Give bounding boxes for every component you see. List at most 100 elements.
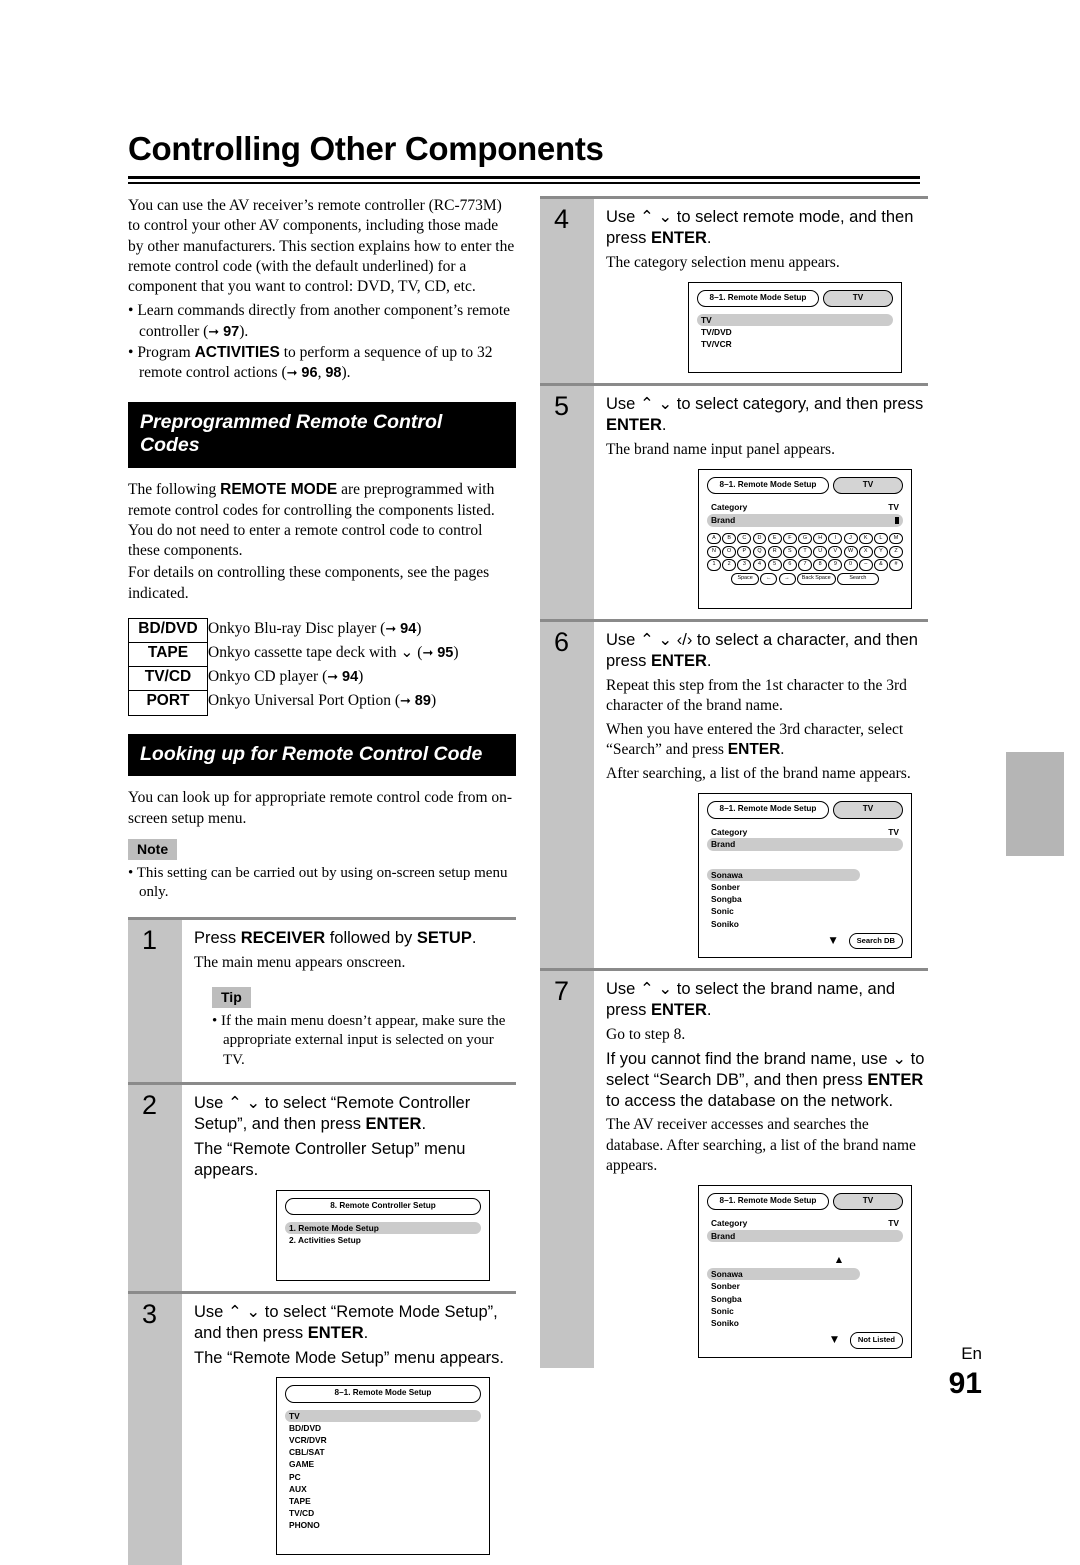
cursor-updown-icon: ⌃ ⌄ [639, 395, 673, 414]
text-part: Press [194, 928, 241, 947]
osd-mode-item-bd-dvd[interactable]: BD/DVD [285, 1422, 481, 1434]
brand-item-sonawa[interactable]: Sonawa [707, 868, 861, 882]
page-ref: 89 [414, 692, 431, 709]
key-c[interactable]: C [737, 532, 752, 545]
key-o[interactable]: O [722, 545, 737, 558]
key-v[interactable]: V [828, 545, 843, 558]
key-right-arrow-icon[interactable]: → [778, 572, 796, 585]
text-part-2: to select category, and then press [672, 395, 924, 414]
key-x[interactable]: X [858, 545, 873, 558]
key-2[interactable]: 2 [722, 559, 737, 572]
osd-mode-item-tape[interactable]: TAPE [285, 1495, 481, 1507]
brand-item-sonic[interactable]: Sonic [707, 905, 903, 917]
key-6[interactable]: 6 [782, 559, 797, 572]
key-4[interactable]: 4 [752, 559, 767, 572]
key-search[interactable]: Search [836, 572, 879, 585]
key-y[interactable]: Y [873, 545, 888, 558]
key-back-space[interactable]: Back Space [796, 572, 836, 585]
key-w[interactable]: W [843, 545, 858, 558]
osd-mode-item-aux[interactable]: AUX [285, 1483, 481, 1495]
key-f[interactable]: F [782, 532, 797, 545]
osd-mode-item-tv[interactable]: TV [285, 1409, 481, 1422]
osd-field-brand[interactable]: Brand [707, 838, 903, 851]
page-title: Controlling Other Components [128, 130, 604, 167]
osd-title: 8–1. Remote Mode Setup [707, 477, 829, 495]
key-5[interactable]: 5 [767, 559, 782, 572]
osd-mode-item-vcr-dvr[interactable]: VCR/DVR [285, 1434, 481, 1446]
brand-item-sonber[interactable]: Sonber [707, 881, 903, 893]
osd-menu-item-remote-mode-setup[interactable]: 1. Remote Mode Setup [285, 1221, 481, 1234]
key-0[interactable]: 0 [843, 559, 858, 572]
osd-title: 8–1. Remote Mode Setup [285, 1385, 481, 1403]
key-9[interactable]: 9 [828, 559, 843, 572]
brand-item-sonic[interactable]: Sonic [707, 1305, 903, 1317]
key-p[interactable]: P [737, 545, 752, 558]
key-n[interactable]: N [706, 545, 721, 558]
key-l[interactable]: L [873, 532, 888, 545]
enter-button-label: ENTER [727, 741, 781, 759]
brand-item-soniko[interactable]: Soniko [707, 918, 903, 930]
osd-mode-item-cbl-sat[interactable]: CBL/SAT [285, 1446, 481, 1458]
down-chevron-icon: ⌄ [400, 643, 414, 661]
osd-title-row: 8–1. Remote Mode Setup TV [707, 477, 903, 495]
key-space[interactable]: Space [731, 572, 760, 585]
page-ref: 94 [400, 620, 417, 637]
key-j[interactable]: J [843, 532, 858, 545]
key-r[interactable]: R [767, 545, 782, 558]
osd-field-category[interactable]: Category TV [707, 826, 903, 839]
key-t[interactable]: T [798, 545, 812, 558]
step-5-result: The brand name input panel appears. [606, 441, 835, 459]
osd-field-label: Brand [711, 1230, 736, 1241]
mode-tail: ) [416, 619, 422, 637]
key-g[interactable]: G [798, 532, 812, 545]
osd-category-item-tv-vcr[interactable]: TV/VCR [697, 338, 893, 350]
bullet-bold: ACTIVITIES [194, 344, 280, 362]
osd-menu-item-activities-setup[interactable]: 2. Activities Setup [285, 1234, 481, 1246]
key-8[interactable]: 8 [813, 559, 828, 572]
key-ampersand[interactable]: & [873, 559, 888, 572]
key-1[interactable]: 1 [706, 559, 721, 572]
key-e[interactable]: E [767, 532, 782, 545]
search-db-button[interactable]: Search DB [848, 932, 903, 950]
key-s[interactable]: S [782, 545, 797, 558]
section-heading-lookup: Looking up for Remote Control Code [128, 733, 516, 777]
osd-field-category[interactable]: Category TV [707, 1217, 903, 1230]
osd-category-item-tv-dvd[interactable]: TV/DVD [697, 326, 893, 338]
osd-field-brand[interactable]: Brand [707, 513, 903, 527]
osd-title-row: 8–1. Remote Mode Setup TV [707, 801, 903, 819]
osd-field-category[interactable]: Category TV [707, 501, 903, 514]
osd-mode-item-tv-cd[interactable]: TV/CD [285, 1507, 481, 1519]
key-u[interactable]: U [813, 545, 828, 558]
key-h[interactable]: H [813, 532, 828, 545]
brand-item-sonawa[interactable]: Sonawa [707, 1268, 861, 1281]
key-b[interactable]: B [722, 532, 737, 545]
key-m[interactable]: M [889, 532, 904, 545]
key-left-arrow-icon[interactable]: ← [760, 572, 778, 585]
key-i[interactable]: I [828, 532, 843, 545]
brand-item-soniko[interactable]: Soniko [707, 1317, 903, 1329]
scroll-down-arrow-icon[interactable]: ▼ [831, 1336, 838, 1345]
key-z[interactable]: Z [889, 545, 904, 558]
page-ref: 96 [301, 365, 318, 382]
key-q[interactable]: Q [752, 545, 767, 558]
brand-item-sonber[interactable]: Sonber [707, 1280, 903, 1292]
brand-item-songba[interactable]: Songba [707, 1293, 903, 1305]
key-hash[interactable]: # [889, 559, 904, 572]
key-7[interactable]: 7 [798, 559, 812, 572]
scroll-down-arrow-icon[interactable]: ▼ [830, 936, 837, 946]
key-hyphen[interactable]: – [858, 559, 873, 572]
osd-mode-item-phono[interactable]: PHONO [285, 1519, 481, 1531]
key-k[interactable]: K [858, 532, 873, 545]
osd-mode-item-pc[interactable]: PC [285, 1471, 481, 1483]
enter-button-label: ENTER [307, 1323, 364, 1342]
not-listed-button[interactable]: Not Listed [849, 1332, 903, 1349]
osd-field-brand[interactable]: Brand [707, 1229, 903, 1243]
key-3[interactable]: 3 [737, 559, 752, 572]
key-a[interactable]: A [706, 532, 721, 545]
osd-category-item-tv[interactable]: TV [697, 313, 893, 327]
key-d[interactable]: D [752, 532, 767, 545]
scroll-up-arrow-icon[interactable]: ▲ [775, 1256, 903, 1264]
osd-field-list: Category TV Brand [707, 826, 903, 851]
brand-item-songba[interactable]: Songba [707, 893, 903, 905]
osd-mode-item-game[interactable]: GAME [285, 1458, 481, 1470]
